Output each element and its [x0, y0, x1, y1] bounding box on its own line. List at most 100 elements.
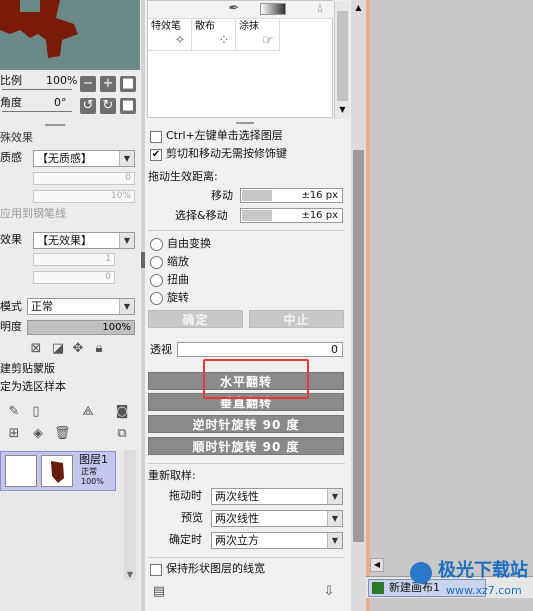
brush-palette: ✒ 💧︎ 特效笔 ✧ 散布 ⁘ 涂抹 ☞ ▼ — [147, 0, 350, 119]
chevron-down-icon: ▼ — [327, 511, 342, 526]
chevron-down-icon: ▼ — [119, 233, 134, 248]
brush-row-1: ✒ 💧︎ — [148, 1, 334, 19]
brush-smudge[interactable]: 涂抹 ☞ — [236, 19, 280, 51]
move-distance-field[interactable]: ±16 px — [240, 188, 343, 203]
distort-radio[interactable] — [150, 274, 163, 287]
brush-scrollbar[interactable]: ▼ — [334, 1, 350, 119]
resample-confirm-label: 确定时 — [169, 533, 202, 546]
select-move-label: 选择&移动 — [175, 209, 228, 222]
scroll-down-icon[interactable]: ▼ — [337, 105, 348, 117]
merge-down-icon[interactable]: ⊞ — [6, 426, 22, 442]
new-layer-icon[interactable]: ✎ — [6, 404, 22, 420]
save-icon[interactable]: ⇩ — [321, 584, 337, 600]
gradient-icon[interactable] — [260, 3, 286, 15]
smudge-icon: ☞ — [262, 33, 274, 48]
effect-width[interactable]: 1 — [33, 253, 115, 266]
rotate-cw90-button[interactable]: 顺时针旋转 90 度 — [148, 437, 344, 455]
brush-smudge-label: 涂抹 — [239, 21, 259, 32]
canvas-edge — [366, 0, 370, 611]
scale-value: 100% — [46, 74, 78, 87]
distort-label: 扭曲 — [167, 273, 189, 286]
opacity-bar[interactable]: 100% — [27, 320, 135, 335]
scroll-down-icon[interactable]: ▼ — [124, 570, 136, 582]
clipping-mask-label[interactable]: 建剪贴蒙版 — [0, 362, 55, 376]
highlight-box — [203, 359, 309, 399]
brush-scatter-label: 散布 — [195, 21, 215, 32]
separator — [148, 230, 345, 231]
navigator-preview[interactable] — [0, 0, 140, 70]
rotate-ccw-button[interactable]: ↺ — [80, 98, 96, 114]
ctrl-select-checkbox[interactable] — [150, 131, 162, 143]
layer-thumb-blank — [5, 455, 37, 487]
texture-strength[interactable]: 0 — [33, 172, 135, 185]
blend-mode-dropdown[interactable]: 正常 ▼ — [27, 298, 135, 315]
free-transform-label: 自由变换 — [167, 237, 211, 250]
panel-grip[interactable] — [236, 122, 254, 124]
separator — [148, 557, 345, 558]
scroll-thumb[interactable] — [353, 150, 364, 542]
rotate-radio[interactable] — [150, 292, 163, 305]
layer-row[interactable]: 图层1 正常 100% — [0, 451, 116, 491]
scroll-left-icon[interactable]: ◀ — [370, 558, 384, 572]
transfer-icon[interactable]: ⧉ — [114, 426, 130, 442]
options-scrollbar[interactable]: ▲ — [351, 0, 366, 611]
angle-label: 角度 — [0, 96, 22, 109]
scale-radio[interactable] — [150, 256, 163, 269]
scale-label: 缩放 — [167, 255, 189, 268]
zoom-reset-button[interactable]: ■ — [120, 76, 136, 92]
cut-move-checkbox[interactable]: ✔ — [150, 149, 162, 161]
texture-label: 质感 — [0, 151, 22, 164]
opacity-label: 明度 — [0, 320, 22, 333]
water-drop-icon[interactable]: 💧︎ — [312, 1, 328, 17]
page-icon[interactable]: ▤ — [151, 584, 167, 600]
move-label: 移动 — [211, 189, 233, 202]
rotate-reset-button[interactable]: ■ — [120, 98, 136, 114]
selection-source-label[interactable]: 定为选区样本 — [0, 380, 66, 394]
trash-icon[interactable]: 🗑︎ — [54, 426, 71, 442]
lock-transparency-icon[interactable]: ⊠ — [28, 341, 44, 357]
pen-icon[interactable]: ✒ — [226, 1, 242, 17]
canvas-tab-icon — [372, 582, 384, 594]
resample-drag-dropdown[interactable]: 两次线性 ▼ — [211, 488, 343, 505]
texture-dropdown[interactable]: 【无质感】 ▼ — [33, 150, 135, 167]
left-panel: 比例 100% 角度 0° − + ■ ↺ ↻ ■ 殊效果 质感 【无质感】 ▼ … — [0, 0, 140, 611]
new-layer-set-icon[interactable]: ⟁ — [80, 404, 96, 420]
perspective-label: 透视 — [150, 343, 172, 356]
free-transform-radio[interactable] — [150, 238, 163, 251]
layer-mask-icon[interactable]: ◙ — [114, 404, 130, 420]
zoom-out-button[interactable]: − — [80, 76, 96, 92]
keep-line-width-checkbox[interactable] — [150, 564, 162, 576]
layer-scrollbar[interactable] — [124, 450, 136, 580]
separator — [148, 463, 345, 464]
layer-name: 图层1 — [79, 453, 108, 466]
perspective-field[interactable]: 0 — [177, 342, 343, 357]
panel-grip[interactable] — [45, 124, 65, 126]
resample-confirm-dropdown[interactable]: 两次立方 ▼ — [211, 532, 343, 549]
scale-slider[interactable] — [2, 89, 72, 90]
scroll-up-icon[interactable]: ▲ — [353, 4, 364, 12]
cut-move-label: 剪切和移动无需按修饰键 — [166, 147, 287, 160]
angle-value: 0° — [54, 96, 67, 109]
rotate-cw-button[interactable]: ↻ — [100, 98, 116, 114]
rotate-ccw90-button[interactable]: 逆时针旋转 90 度 — [148, 415, 344, 433]
scroll-thumb[interactable] — [337, 11, 348, 101]
lock-move-icon[interactable]: ✥ — [70, 341, 86, 357]
new-layer-page-icon[interactable]: ▯ — [28, 404, 44, 420]
effect-dropdown[interactable]: 【无效果】 ▼ — [33, 232, 135, 249]
lock-paint-icon[interactable]: ◪ — [50, 341, 66, 357]
chevron-down-icon: ▼ — [119, 151, 134, 166]
zoom-in-button[interactable]: + — [100, 76, 116, 92]
texture-scale[interactable]: 10% — [33, 190, 135, 203]
lock-icon[interactable]: 🔒︎ — [91, 341, 107, 357]
brush-special[interactable]: 特效笔 ✧ — [148, 19, 192, 51]
effect-strength[interactable]: 0 — [33, 271, 115, 284]
watermark-logo-icon — [410, 562, 432, 584]
resample-preview-dropdown[interactable]: 两次线性 ▼ — [211, 510, 343, 527]
brush-scatter[interactable]: 散布 ⁘ — [192, 19, 236, 51]
ok-button[interactable]: 确定 — [148, 310, 243, 328]
clear-layer-icon[interactable]: ◈ — [30, 426, 46, 442]
cancel-button[interactable]: 中止 — [249, 310, 344, 328]
select-move-distance-field[interactable]: ±16 px — [240, 208, 343, 223]
angle-slider[interactable] — [2, 111, 72, 112]
keep-line-width-label: 保持形状图层的线宽 — [166, 562, 265, 575]
